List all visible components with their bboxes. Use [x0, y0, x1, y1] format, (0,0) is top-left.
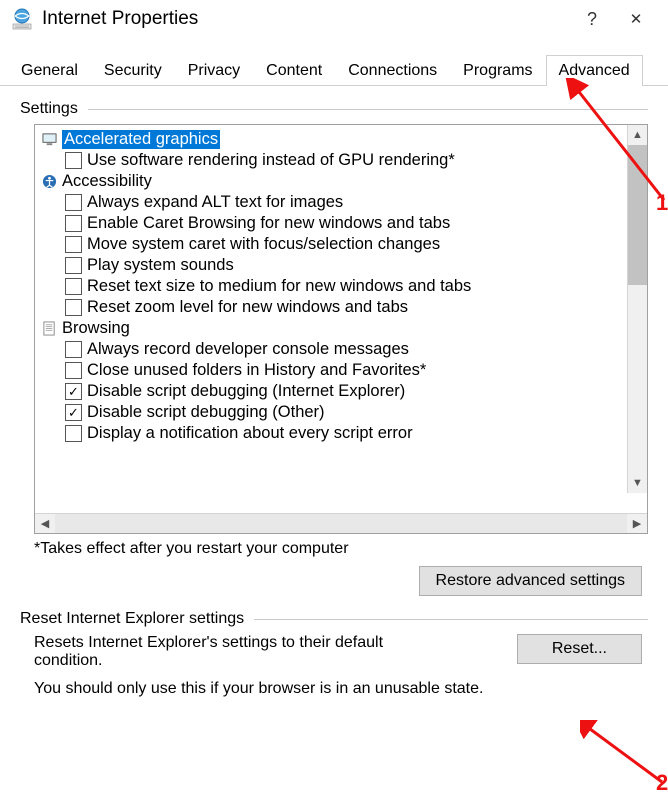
- scroll-up-icon[interactable]: ▲: [628, 125, 647, 145]
- checkbox[interactable]: ✓: [65, 383, 82, 400]
- app-icon: [10, 7, 34, 31]
- scroll-thumb[interactable]: [628, 145, 647, 285]
- tree-item[interactable]: Enable Caret Browsing for new windows an…: [35, 213, 647, 234]
- tab-advanced[interactable]: Advanced: [546, 55, 643, 86]
- scroll-right-icon[interactable]: ▶: [627, 514, 647, 533]
- tree-item[interactable]: Move system caret with focus/selection c…: [35, 234, 647, 255]
- tree-item-label: Use software rendering instead of GPU re…: [87, 151, 455, 170]
- tree-item-label: Play system sounds: [87, 256, 234, 275]
- monitor-icon: [41, 131, 58, 148]
- vertical-scrollbar[interactable]: ▲ ▼: [627, 125, 647, 493]
- reset-group-title: Reset Internet Explorer settings: [20, 610, 244, 628]
- checkbox[interactable]: [65, 194, 82, 211]
- tree-item[interactable]: Always expand ALT text for images: [35, 192, 647, 213]
- tab-connections[interactable]: Connections: [335, 55, 450, 86]
- tree-item-label: Move system caret with focus/selection c…: [87, 235, 440, 254]
- help-button[interactable]: ?: [570, 4, 614, 34]
- tree-item[interactable]: Use software rendering instead of GPU re…: [35, 150, 647, 171]
- category-label: Accelerated graphics: [62, 130, 220, 149]
- scroll-down-icon[interactable]: ▼: [628, 473, 647, 493]
- checkbox[interactable]: [65, 341, 82, 358]
- tree-item-label: Always expand ALT text for images: [87, 193, 343, 212]
- tree-item[interactable]: Reset zoom level for new windows and tab…: [35, 297, 647, 318]
- checkbox[interactable]: ✓: [65, 404, 82, 421]
- reset-description: Resets Internet Explorer's settings to t…: [34, 634, 404, 670]
- tree-category[interactable]: Accelerated graphics: [35, 129, 647, 150]
- checkbox[interactable]: [65, 362, 82, 379]
- checkbox[interactable]: [65, 215, 82, 232]
- tree-item[interactable]: Close unused folders in History and Favo…: [35, 360, 647, 381]
- title-bar: Internet Properties ? ✕: [0, 0, 668, 44]
- tab-general[interactable]: General: [8, 55, 91, 86]
- window-title: Internet Properties: [42, 8, 570, 30]
- reset-button[interactable]: Reset...: [517, 634, 642, 664]
- tree-item-label: Always record developer console messages: [87, 340, 409, 359]
- tree-viewport[interactable]: Accelerated graphics Use software renderi…: [35, 125, 647, 513]
- tree-item[interactable]: Always record developer console messages: [35, 339, 647, 360]
- tab-strip: General Security Privacy Content Connect…: [0, 54, 668, 86]
- accessibility-icon: [41, 173, 58, 190]
- settings-tree: Accelerated graphics Use software renderi…: [34, 124, 648, 534]
- divider: [88, 109, 648, 110]
- horizontal-scrollbar[interactable]: ◀ ▶: [35, 513, 647, 533]
- restore-advanced-button[interactable]: Restore advanced settings: [419, 566, 642, 596]
- tree-item[interactable]: ✓ Disable script debugging (Other): [35, 402, 647, 423]
- tree-item-label: Disable script debugging (Internet Explo…: [87, 382, 405, 401]
- tree-item-label: Reset text size to medium for new window…: [87, 277, 471, 296]
- tab-privacy[interactable]: Privacy: [175, 55, 253, 86]
- tree-item[interactable]: Display a notification about every scrip…: [35, 423, 647, 444]
- checkbox[interactable]: [65, 152, 82, 169]
- tree-item-label: Display a notification about every scrip…: [87, 424, 413, 443]
- tree-category[interactable]: Accessibility: [35, 171, 647, 192]
- category-label: Accessibility: [62, 172, 152, 191]
- tree-item[interactable]: ✓ Disable script debugging (Internet Expl…: [35, 381, 647, 402]
- tree-item[interactable]: Play system sounds: [35, 255, 647, 276]
- restart-note: *Takes effect after you restart your com…: [34, 540, 648, 558]
- reset-group: Reset Internet Explorer settings Resets …: [20, 610, 648, 698]
- page-icon: [41, 320, 58, 337]
- tree-item-label: Close unused folders in History and Favo…: [87, 361, 426, 380]
- settings-group-title: Settings: [20, 100, 78, 118]
- checkbox[interactable]: [65, 278, 82, 295]
- hscroll-track[interactable]: [55, 514, 627, 533]
- close-button[interactable]: ✕: [614, 4, 658, 34]
- tree-item-label: Enable Caret Browsing for new windows an…: [87, 214, 450, 233]
- tab-content[interactable]: Content: [253, 55, 335, 86]
- tab-programs[interactable]: Programs: [450, 55, 545, 86]
- reset-warning: You should only use this if your browser…: [34, 680, 642, 698]
- tree-item-label: Disable script debugging (Other): [87, 403, 325, 422]
- tab-security[interactable]: Security: [91, 55, 175, 86]
- checkbox[interactable]: [65, 425, 82, 442]
- tree-category[interactable]: Browsing: [35, 318, 647, 339]
- annotation-2: 2: [580, 720, 668, 790]
- checkbox[interactable]: [65, 236, 82, 253]
- checkbox[interactable]: [65, 257, 82, 274]
- settings-group: Settings Accelerated graphics Use softwar…: [20, 100, 648, 596]
- tree-item-label: Reset zoom level for new windows and tab…: [87, 298, 408, 317]
- scroll-left-icon[interactable]: ◀: [35, 514, 55, 533]
- annotation-2-label: 2: [656, 770, 668, 796]
- tree-item[interactable]: Reset text size to medium for new window…: [35, 276, 647, 297]
- category-label: Browsing: [62, 319, 130, 338]
- divider: [254, 619, 648, 620]
- checkbox[interactable]: [65, 299, 82, 316]
